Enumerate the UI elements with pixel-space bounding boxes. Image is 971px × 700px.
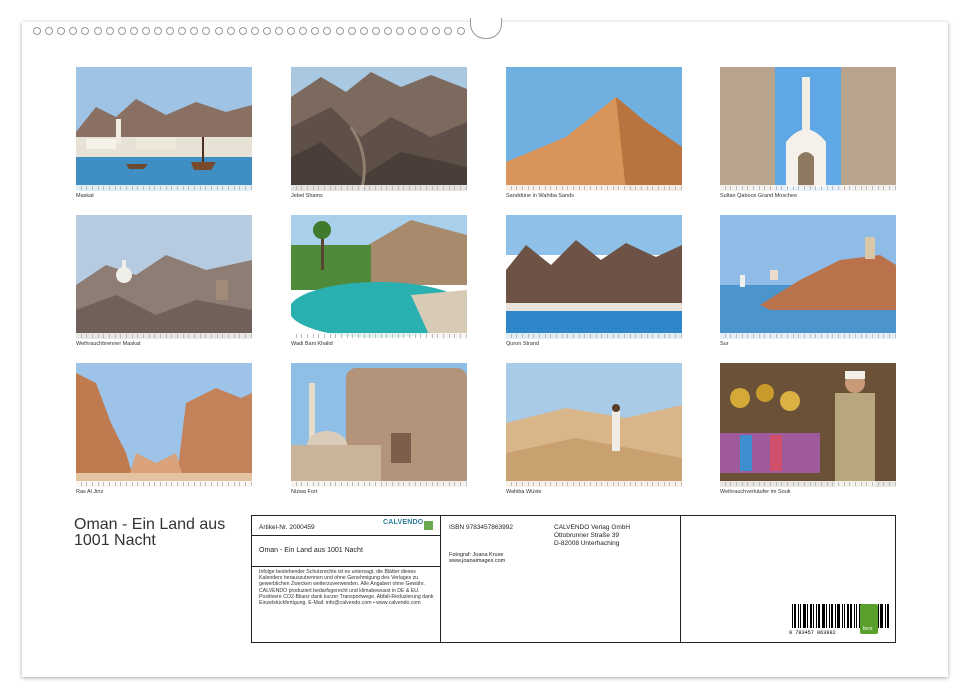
photo-caption: Weihrauchverkäufer im Souk: [720, 489, 791, 495]
binding-ring: [117, 27, 126, 35]
publisher-name: CALVENDO Verlag GmbH: [554, 524, 631, 531]
photo-sur: [720, 215, 896, 339]
photo-caption: Jebel Shams: [291, 193, 323, 199]
binding-ring: [214, 27, 223, 35]
photo-caption: Maskat: [76, 193, 94, 199]
photo-caption: Sultan Qaboos Grand Moschee: [720, 193, 798, 199]
binding-ring: [456, 27, 465, 35]
binding-ring: [250, 27, 259, 35]
divider: [680, 516, 681, 642]
photo-caption: Wahiba Wüste: [506, 489, 542, 495]
photo-weihrauchverkaeufer: [720, 363, 896, 487]
binding-ring: [275, 27, 283, 35]
isbn: ISBN 9783457863992: [449, 524, 513, 531]
binding-ring: [371, 27, 380, 35]
photo-jebel-shams: [291, 67, 467, 191]
binding-ring: [347, 27, 356, 35]
title-line-2: 1001 Nacht: [74, 532, 156, 549]
divider: [252, 535, 440, 536]
photo-weihrauchbrenner: [76, 215, 252, 339]
website: www.joanaimages.com: [449, 558, 506, 564]
publisher-city: D-82008 Unterhaching: [554, 540, 620, 547]
photo-maskat: [76, 67, 252, 191]
binding-ring: [238, 27, 247, 35]
imprint-box: Artikel-Nr. 2000459 CALVENDO Oman - Ein …: [251, 515, 896, 643]
binding-ring: [383, 27, 392, 35]
calvendo-mark-icon: [424, 521, 433, 530]
photo-caption: Nizwa Fort: [291, 489, 318, 495]
barcode-digits: 9 783457 863992: [789, 630, 836, 636]
title-line-1: Oman - Ein Land aus: [74, 516, 226, 533]
photo-caption: Sur: [720, 341, 729, 347]
product-title: Oman - Ein Land aus 1001 Nacht: [259, 547, 363, 554]
legal-text: Infolge bestehender Schutzrechte ist es …: [259, 569, 434, 607]
binding-ring: [396, 27, 404, 35]
divider: [252, 566, 440, 567]
photo-caption: Weihrauchbrenner Maskat: [76, 341, 141, 347]
photo-nizwa-fort: [291, 363, 467, 487]
article-number: Artikel-Nr. 2000459: [259, 524, 315, 531]
binding-ring: [129, 27, 138, 35]
photo-wadi-bani-khalid: [291, 215, 467, 339]
binding-ring: [335, 27, 344, 35]
binding-ring: [105, 27, 114, 35]
photo-grand-moschee: [720, 67, 896, 191]
binding-ring: [226, 27, 235, 35]
divider: [440, 516, 441, 642]
photo-caption: Wadi Bani Khalid: [291, 341, 333, 347]
binding-ring: [141, 27, 150, 35]
calendar-title: Oman - Ein Land aus 1001 Nacht: [74, 517, 225, 549]
binding-ring: [262, 27, 271, 35]
photo-wahiba-wueste: [506, 363, 682, 487]
photo-ras-al-jinz: [76, 363, 252, 487]
photo-caption: Sanddüne in Wahiba Sands: [506, 193, 574, 199]
calvendo-logo: CALVENDO: [383, 519, 424, 526]
binding-ring: [93, 27, 102, 35]
binding-ring: [33, 27, 41, 35]
publisher-street: Ottobrunner Straße 39: [554, 532, 620, 539]
binding-ring: [154, 27, 162, 35]
photo-sandduene: [506, 67, 682, 191]
photo-quron-strand: [506, 215, 682, 339]
photo-caption: Quron Strand: [506, 341, 540, 347]
binding-ring: [359, 27, 368, 35]
feco-label: feco: [863, 626, 873, 632]
photo-caption: Ras Al Jinz: [76, 489, 104, 495]
